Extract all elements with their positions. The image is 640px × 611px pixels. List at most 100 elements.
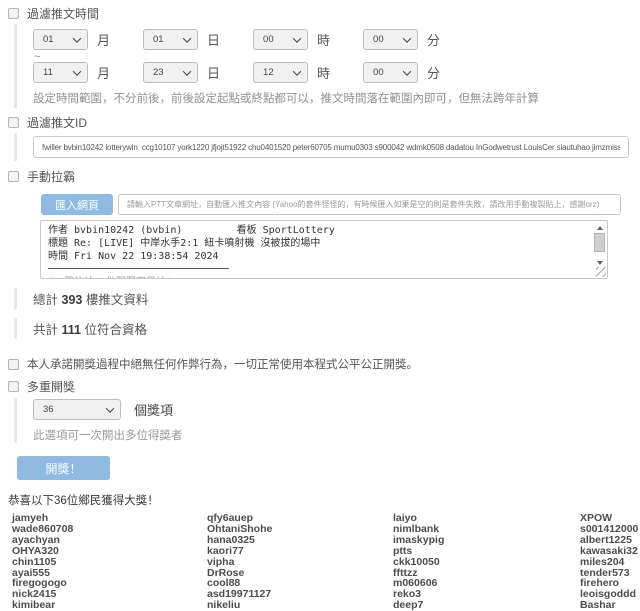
winner-name: nimlbank [393, 524, 580, 535]
from-minute-value: 00 [373, 34, 384, 45]
pledge-checkbox[interactable] [8, 359, 19, 370]
winner-name: albert1225 [580, 535, 640, 546]
winner-name: miles204 [580, 557, 640, 568]
scroll-up-icon[interactable] [597, 226, 603, 230]
post-content-textarea[interactable]: 作者 bvbin10242 (bvbin) 看板 SportLottery 標題… [40, 220, 608, 279]
winner-name: ptts [393, 546, 580, 557]
from-month-select[interactable]: 01 [33, 29, 88, 50]
prize-unit-label: 個獎項 [134, 400, 173, 419]
prize-count-row: 36 個獎項 [33, 399, 640, 420]
chevron-down-icon [106, 404, 114, 412]
id-filter-group [14, 133, 640, 161]
to-month-select[interactable]: 11 [33, 62, 88, 83]
winner-name: nikeliu [207, 600, 393, 611]
winner-name: ckk10050 [393, 557, 580, 568]
chevron-down-icon [403, 34, 411, 42]
manual-slot-row: 手動拉霸 [8, 168, 640, 185]
range-separator: ~ [34, 52, 640, 62]
winner-name: Bashar [580, 600, 640, 611]
scrollbar-thumb[interactable] [594, 233, 605, 252]
multi-draw-note: 此選項可一次開出多位得獎者 [33, 427, 640, 443]
hour-unit-label: 時 [317, 30, 330, 49]
winner-name: firegogogo [12, 578, 207, 589]
winner-name: vipha [207, 557, 393, 568]
from-hour-value: 00 [263, 34, 274, 45]
id-filter-label: 過濾推文ID [27, 114, 87, 131]
manual-slot-checkbox[interactable] [8, 171, 19, 182]
winner-name: kawasaki32 [580, 546, 640, 557]
to-day-value: 23 [153, 67, 164, 78]
from-minute-select[interactable]: 00 [363, 29, 418, 50]
total-count: 393 [62, 293, 83, 307]
day-unit-label: 日 [207, 30, 220, 49]
draw-button[interactable]: 開獎！ [17, 456, 110, 480]
winner-name: XPOW [580, 513, 640, 524]
winner-name: DrRose [207, 568, 393, 579]
winner-name: OhtaniShohe [207, 524, 393, 535]
id-filter-input[interactable] [33, 136, 629, 158]
from-hour-select[interactable]: 00 [253, 29, 308, 50]
manual-slot-label: 手動拉霸 [27, 168, 75, 185]
minute-unit-label: 分 [427, 63, 440, 82]
month-unit-label: 月 [97, 63, 110, 82]
winner-name: m060606 [393, 578, 580, 589]
day-unit-label: 日 [207, 63, 220, 82]
pledge-label: 本人承諾開獎過程中絕無任何作弊行為，一切正常使用本程式公平公正開獎。 [27, 356, 418, 372]
winner-name: OHYA320 [12, 546, 207, 557]
time-filter-note: 設定時間範圍，不分前後，前後設定起點或終點都可以，推文時間落在範圍內即可，但無法… [33, 90, 640, 106]
winner-name: firehero [580, 578, 640, 589]
to-month-value: 11 [43, 67, 53, 78]
winner-name: wade860708 [12, 524, 207, 535]
winner-name: reko3 [393, 589, 580, 600]
winner-name: kimibear [12, 600, 207, 611]
chevron-down-icon [73, 67, 81, 75]
winner-name: kaori77 [207, 546, 393, 557]
prize-count-select[interactable]: 36 [33, 399, 121, 420]
to-minute-select[interactable]: 00 [363, 62, 418, 83]
scroll-down-icon[interactable] [597, 261, 603, 265]
multi-draw-row: 多重開獎 [8, 378, 640, 395]
multi-draw-label: 多重開獎 [27, 378, 75, 395]
winner-name: asd19971127 [207, 589, 393, 600]
total-suffix: 樓推文資料 [86, 293, 149, 307]
resize-grip-icon[interactable] [596, 267, 606, 277]
chevron-down-icon [403, 67, 411, 75]
import-button[interactable]: 匯入網頁 [41, 194, 113, 215]
multi-draw-group: 36 個獎項 此選項可一次開出多位得獎者 [14, 398, 640, 443]
winner-name: chin1105 [12, 557, 207, 568]
qualified-stat: 共計 111 位符合資格 [14, 318, 640, 339]
time-to-row: 11 月 23 日 12 時 00 分 [33, 62, 640, 83]
winner-name: nick2415 [12, 589, 207, 600]
post-header-author: 作者 bvbin10242 (bvbin) 看板 SportLottery [48, 224, 587, 237]
id-filter-checkbox[interactable] [8, 117, 19, 128]
to-day-select[interactable]: 23 [143, 62, 198, 83]
winner-name: ayachyan [12, 535, 207, 546]
multi-draw-checkbox[interactable] [8, 381, 19, 392]
to-hour-select[interactable]: 12 [253, 62, 308, 83]
winner-name: leoisgoddd [580, 589, 640, 600]
from-day-select[interactable]: 01 [143, 29, 198, 50]
post-clipped-line: ※ 發信站: 批踢踢實業坊(ptt.cc) [48, 276, 587, 279]
url-input[interactable] [118, 194, 621, 215]
time-filter-group: 01 月 01 日 00 時 00 分 ~ [14, 24, 640, 108]
chevron-down-icon [293, 67, 301, 75]
from-day-value: 01 [153, 34, 164, 45]
textarea-scrollbar[interactable] [593, 222, 606, 265]
total-stat: 總計 393 樓推文資料 [14, 288, 640, 309]
chevron-down-icon [73, 34, 81, 42]
time-filter-checkbox[interactable] [8, 8, 19, 19]
winner-name: hana0325 [207, 535, 393, 546]
post-header-time: 時間 Fri Nov 22 19:38:54 2024 [48, 250, 587, 263]
winner-name: tender573 [580, 568, 640, 579]
chevron-down-icon [293, 34, 301, 42]
winner-name: qfy6auep [207, 513, 393, 524]
minute-unit-label: 分 [427, 30, 440, 49]
qualified-suffix: 位符合資格 [84, 323, 147, 337]
to-minute-value: 00 [373, 67, 384, 78]
import-row: 匯入網頁 [41, 194, 640, 215]
from-month-value: 01 [43, 34, 54, 45]
qualified-count: 111 [62, 323, 81, 337]
time-filter-row: 過濾推文時間 [8, 5, 640, 22]
winner-name: laiyo [393, 513, 580, 524]
winner-name: jamyeh [12, 513, 207, 524]
